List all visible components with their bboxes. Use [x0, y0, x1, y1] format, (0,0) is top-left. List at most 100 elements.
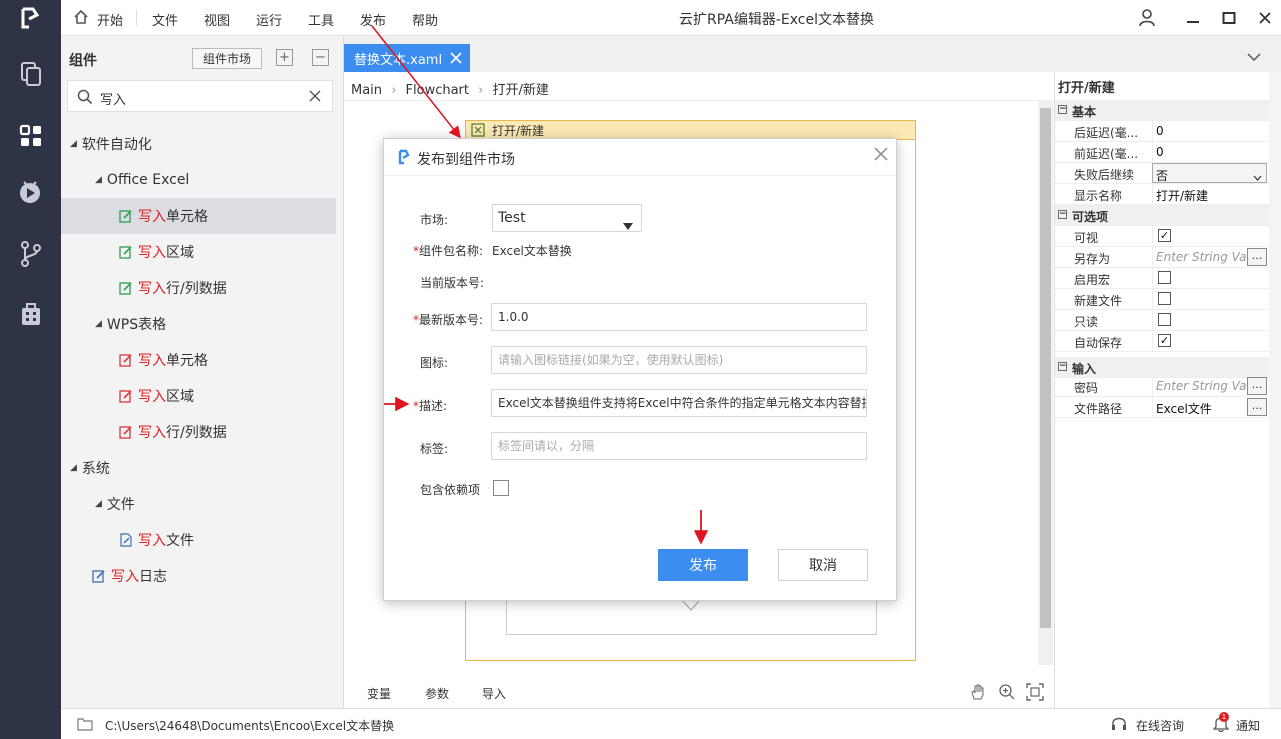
notify-link[interactable]: 通知 — [1236, 717, 1260, 734]
menu-tools[interactable]: 工具 — [308, 10, 334, 29]
home-icon[interactable] — [73, 9, 89, 29]
publish-button[interactable]: 发布 — [658, 549, 748, 581]
components-grid-icon[interactable] — [0, 110, 61, 162]
designer-bottom-bar: 变量 参数 导入 — [344, 671, 1054, 708]
tree-node-wps[interactable]: ◢ WPS表格 — [61, 306, 336, 342]
clear-search-icon[interactable] — [309, 90, 321, 106]
description-input[interactable]: Excel文本替换组件支持将Excel中符合条件的指定单元格文本内容替换 — [491, 389, 867, 417]
wps-activity-icon — [119, 425, 133, 439]
breadcrumb-main[interactable]: Main — [351, 83, 382, 98]
market-select[interactable]: Test — [492, 204, 642, 232]
chevron-down-icon — [1253, 170, 1262, 182]
document-tabs: 替换文本.xaml — [344, 36, 1281, 72]
menu-help[interactable]: 帮助 — [412, 10, 438, 29]
menu-view[interactable]: 视图 — [204, 10, 230, 29]
activity-drop-zone[interactable] — [506, 600, 877, 635]
readonly-checkbox[interactable] — [1158, 313, 1171, 326]
tree-node-file[interactable]: ◢ 文件 — [61, 486, 336, 522]
menu-run[interactable]: 运行 — [256, 10, 282, 29]
zoom-in-icon[interactable] — [998, 683, 1016, 705]
latest-version-input[interactable]: 1.0.0 — [491, 303, 867, 331]
scrollbar-thumb[interactable] — [1040, 108, 1051, 628]
tree-node-software-automation[interactable]: ◢ 软件自动化 — [61, 126, 336, 162]
project-path: C:\Users\24648\Documents\Encoo\Excel文本替换 — [105, 719, 395, 733]
prop-section-input[interactable]: − 输入 — [1055, 357, 1269, 378]
tags-input[interactable]: 标签间请以，分隔 — [491, 432, 867, 460]
icon-url-input[interactable]: 请输入图标链接(如果为空，使用默认图标) — [491, 346, 867, 374]
save-as-browse-button[interactable]: ... — [1247, 248, 1267, 266]
tree-label-highlight: 写入 — [138, 281, 166, 297]
dialog-close-icon[interactable] — [874, 147, 888, 165]
tree-item-write-file[interactable]: 写入 文件 — [61, 522, 336, 558]
publish-dialog: 发布到组件市场 市场: Test *组件包名称: Excel文本替换 当前版本号… — [383, 138, 897, 601]
breadcrumb-separator-icon: › — [391, 83, 397, 98]
debug-run-icon[interactable] — [0, 166, 61, 218]
tree-item-wps-write-range[interactable]: 写入 区域 — [61, 378, 336, 414]
visible-checkbox[interactable]: ✓ — [1158, 229, 1171, 242]
menubar: 开始 文件 视图 运行 工具 发布 帮助 云扩RPA编辑器-Excel文本替换 — [61, 0, 1281, 36]
package-name-label: *组件包名称: — [413, 242, 483, 259]
tab-arguments[interactable]: 参数 — [425, 685, 449, 702]
fit-screen-icon[interactable] — [1026, 683, 1044, 705]
online-consult-link[interactable]: 在线咨询 — [1136, 717, 1184, 734]
tree-item-wps-write-rowcol[interactable]: 写入 行/列数据 — [61, 414, 336, 450]
include-deps-checkbox[interactable] — [493, 480, 509, 496]
tree-item-excel-write-range[interactable]: 写入 区域 — [61, 234, 336, 270]
tab-replace-text-xaml[interactable]: 替换文本.xaml — [344, 44, 470, 72]
tree-item-wps-write-cell[interactable]: 写入 单元格 — [61, 342, 336, 378]
tab-imports[interactable]: 导入 — [482, 685, 506, 702]
prop-section-options[interactable]: − 可选项 — [1055, 205, 1269, 226]
tree-node-system[interactable]: ◢ 系统 — [61, 450, 336, 486]
new-file-checkbox[interactable] — [1158, 292, 1171, 305]
prop-save-as: 另存为 Enter String Valu ... — [1055, 247, 1269, 268]
copy-icon[interactable] — [0, 48, 61, 100]
autosave-checkbox[interactable]: ✓ — [1158, 334, 1171, 347]
properties-scrollbar[interactable] — [1269, 72, 1281, 708]
tree-item-excel-write-cell[interactable]: 写入 单元格 — [61, 198, 336, 234]
tab-dropdown-icon[interactable] — [1247, 50, 1261, 65]
enable-macro-checkbox[interactable] — [1158, 271, 1171, 284]
prop-label: 新建文件 — [1074, 294, 1123, 308]
log-write-icon — [92, 569, 106, 583]
minimize-button[interactable] — [1181, 6, 1205, 30]
password-browse-button[interactable]: ... — [1247, 377, 1267, 395]
user-icon[interactable] — [1135, 6, 1159, 30]
continue-on-error-select[interactable]: 否 — [1152, 163, 1267, 183]
delay-after-field[interactable]: 0 — [1152, 121, 1267, 141]
headset-icon[interactable] — [1111, 716, 1127, 736]
package-icon[interactable] — [0, 288, 61, 340]
collapse-all-button[interactable]: − — [312, 49, 329, 66]
menu-publish[interactable]: 发布 — [360, 10, 386, 29]
canvas-scrollbar[interactable] — [1038, 100, 1053, 665]
breadcrumb-activity[interactable]: 打开/新建 — [493, 83, 549, 98]
section-label: 输入 — [1072, 362, 1097, 376]
prop-label: 失败后继续 — [1074, 168, 1135, 182]
breadcrumb-flowchart[interactable]: Flowchart — [406, 83, 469, 98]
delay-before-field[interactable]: 0 — [1152, 142, 1267, 162]
excel-activity-icon — [119, 245, 133, 259]
file-path-browse-button[interactable]: ... — [1247, 398, 1267, 416]
prop-continue-on-error: 失败后继续 否 — [1055, 163, 1269, 184]
tree-node-office-excel[interactable]: ◢ Office Excel — [61, 162, 336, 198]
component-market-button[interactable]: 组件市场 — [192, 48, 262, 69]
display-name-field[interactable]: 打开/新建 — [1152, 184, 1267, 204]
tree-item-excel-write-rowcol[interactable]: 写入 行/列数据 — [61, 270, 336, 306]
tree-item-write-log[interactable]: 写入 日志 — [61, 558, 336, 594]
close-window-button[interactable] — [1253, 6, 1277, 30]
branch-icon[interactable] — [0, 228, 61, 280]
maximize-button[interactable] — [1217, 6, 1241, 30]
menu-file[interactable]: 文件 — [152, 10, 178, 29]
pan-hand-icon[interactable] — [969, 683, 987, 705]
folder-icon — [77, 717, 93, 735]
current-version-label: 当前版本号: — [420, 276, 485, 290]
component-search-input[interactable]: 写入 — [67, 80, 333, 112]
components-title: 组件 — [69, 53, 97, 69]
market-value: Test — [498, 210, 526, 226]
menu-start[interactable]: 开始 — [97, 10, 123, 29]
close-tab-icon[interactable] — [450, 52, 462, 68]
prop-section-basic[interactable]: − 基本 — [1055, 100, 1269, 121]
cancel-button[interactable]: 取消 — [778, 549, 868, 581]
tab-variables[interactable]: 变量 — [367, 685, 391, 702]
expand-all-button[interactable]: + — [276, 49, 293, 66]
description-label: *描述: — [413, 397, 447, 414]
